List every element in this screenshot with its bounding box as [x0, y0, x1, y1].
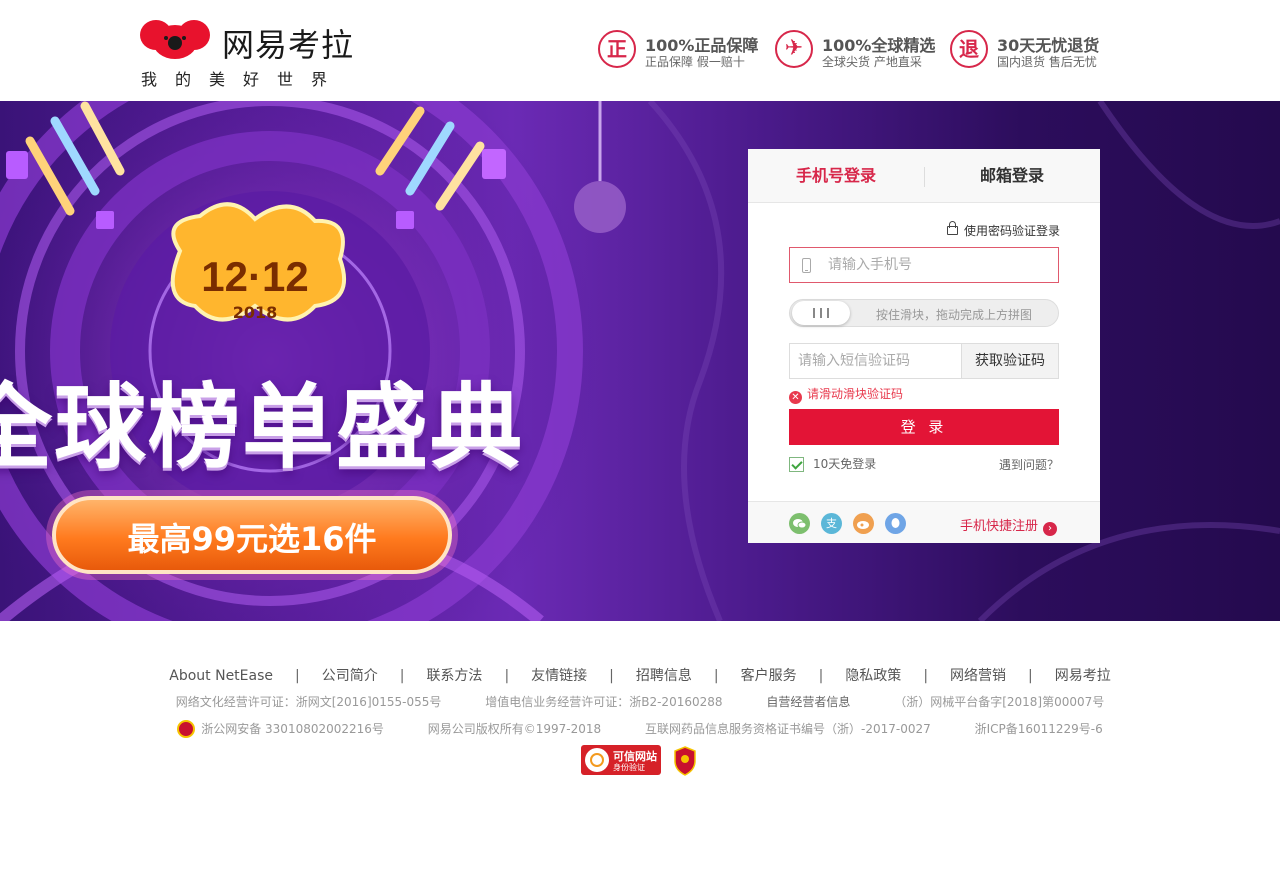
register-label: 手机快捷注册: [959, 519, 1038, 534]
promise-global: ✈ 100%全球精选 全球尖货 产地直采: [775, 30, 945, 72]
footer-link-privacy[interactable]: 隐私政策: [845, 665, 901, 685]
slider-hint: 按住滑块，拖动完成上方拼图: [876, 308, 1033, 322]
alipay-icon[interactable]: 支: [821, 513, 842, 534]
police-record[interactable]: 浙公网安备 33010802002216号: [177, 720, 384, 738]
error-icon: ✕: [789, 391, 802, 404]
remember-login[interactable]: 10天免登录: [789, 455, 876, 472]
kaola-logo[interactable]: 网易考拉 我的美好世界: [140, 18, 355, 89]
footer-link-marketing[interactable]: 网络营销: [950, 665, 1006, 685]
login-button[interactable]: 登 录: [789, 409, 1059, 445]
banner-offer-button[interactable]: 最高99元选16件: [52, 496, 452, 574]
phone-field: [789, 247, 1059, 283]
error-message: ✕ 请滑动滑块验证码: [789, 385, 903, 404]
promise-genuine: 正 100%正品保障 正品保障 假一赔十: [598, 30, 768, 72]
footer-link-jobs[interactable]: 招聘信息: [636, 665, 692, 685]
license-culture[interactable]: 网络文化经营许可证：浙网文[2016]0155-055号: [176, 695, 442, 709]
login-tabs: 手机号登录 邮箱登录: [748, 149, 1100, 203]
password-login-label: 使用密码验证登录: [963, 224, 1060, 238]
self-operator-info[interactable]: 自营经营者信息: [766, 695, 850, 709]
banner-offer-text: 最高99元选16件: [127, 520, 377, 558]
brand-slogan: 我的美好世界: [141, 70, 346, 89]
footer-link-friends[interactable]: 友情链接: [531, 665, 587, 685]
banner-headline: 全球榜单盛典: [0, 374, 525, 481]
error-text: 请滑动滑块验证码: [807, 387, 904, 401]
promise-subtitle: 国内退货 售后无忧: [997, 55, 1097, 69]
brand-name: 网易考拉: [222, 26, 355, 64]
koala-logo-icon: [140, 20, 210, 59]
login-panel: 手机号登录 邮箱登录 使用密码验证登录 按住滑块，拖动完成上方拼图 获取验证码 …: [748, 149, 1100, 543]
chevron-right-icon: ›: [1043, 522, 1057, 536]
license-medical-device[interactable]: （浙）网械平台备字[2018]第00007号: [894, 695, 1104, 709]
tab-phone-login[interactable]: 手机号登录: [748, 149, 924, 203]
wechat-icon[interactable]: [789, 513, 810, 534]
mobile-phone-icon: [802, 258, 811, 273]
phone-input[interactable]: [828, 248, 1056, 282]
copyright: 网易公司版权所有©1997-2018: [427, 722, 602, 736]
sms-code-input[interactable]: [790, 344, 962, 378]
airplane-icon: ✈: [775, 30, 813, 68]
license-drug-info[interactable]: 互联网药品信息服务资格证书编号（浙）-2017-0027: [645, 722, 931, 736]
footer-link-company[interactable]: 公司简介: [322, 665, 378, 685]
trusted-site-icon: [585, 748, 609, 772]
genuine-badge-icon: 正: [598, 30, 636, 68]
banner-date-badge: 12·12 2018: [160, 229, 350, 329]
banner-year: 2018: [232, 303, 278, 322]
promise-subtitle: 全球尖货 产地直采: [822, 55, 922, 69]
tab-email-login[interactable]: 邮箱登录: [924, 149, 1100, 203]
gov-shield-icon[interactable]: [673, 746, 697, 776]
return-badge-icon: 退: [950, 30, 988, 68]
footer-nav: About NetEase | 公司简介 | 联系方法 | 友情链接 | 招聘信息 | 客户服务 | 隐…: [0, 665, 1280, 685]
footer-link-service[interactable]: 客户服务: [741, 665, 797, 685]
footer-records: 浙公网安备 33010802002216号 网易公司版权所有©1997-2018…: [0, 720, 1280, 738]
qq-icon[interactable]: [885, 513, 906, 534]
footer-link-contact[interactable]: 联系方法: [426, 665, 482, 685]
slider-captcha: 按住滑块，拖动完成上方拼图: [789, 299, 1059, 327]
footer-link-about[interactable]: About NetEase: [169, 668, 273, 684]
license-telecom[interactable]: 增值电信业务经营许可证：浙B2-20160288: [485, 695, 722, 709]
footer-licenses: 网络文化经营许可证：浙网文[2016]0155-055号 增值电信业务经营许可证…: [0, 693, 1280, 710]
quick-register-link[interactable]: 手机快捷注册 ›: [960, 515, 1057, 536]
icp-record[interactable]: 浙ICP备16011229号-6: [975, 722, 1103, 736]
sms-code-field: 获取验证码: [789, 343, 1059, 379]
banner-date: 12·12: [201, 253, 309, 300]
trusted-site-badge[interactable]: 可信网站 身份验证: [581, 745, 661, 775]
get-code-button[interactable]: 获取验证码: [961, 344, 1058, 378]
weibo-icon[interactable]: [853, 513, 874, 534]
login-footer: 支 手机快捷注册 ›: [748, 501, 1100, 543]
promise-return: 退 30天无忧退货 国内退货 售后无忧: [950, 30, 1120, 72]
police-badge-icon: [177, 720, 196, 738]
password-login-link[interactable]: 使用密码验证登录: [946, 221, 1060, 239]
lock-icon: [946, 221, 958, 235]
remember-label: 10天免登录: [813, 457, 877, 471]
trouble-link[interactable]: 遇到问题？: [999, 456, 1059, 473]
promise-subtitle: 正品保障 假一赔十: [645, 55, 745, 69]
footer-link-kaola[interactable]: 网易考拉: [1055, 665, 1111, 685]
site-header: 网易考拉 我的美好世界 正 100%正品保障 正品保障 假一赔十 ✈ 100%全…: [0, 0, 1280, 101]
slider-handle[interactable]: [792, 301, 850, 325]
remember-checkbox[interactable]: [789, 457, 804, 472]
